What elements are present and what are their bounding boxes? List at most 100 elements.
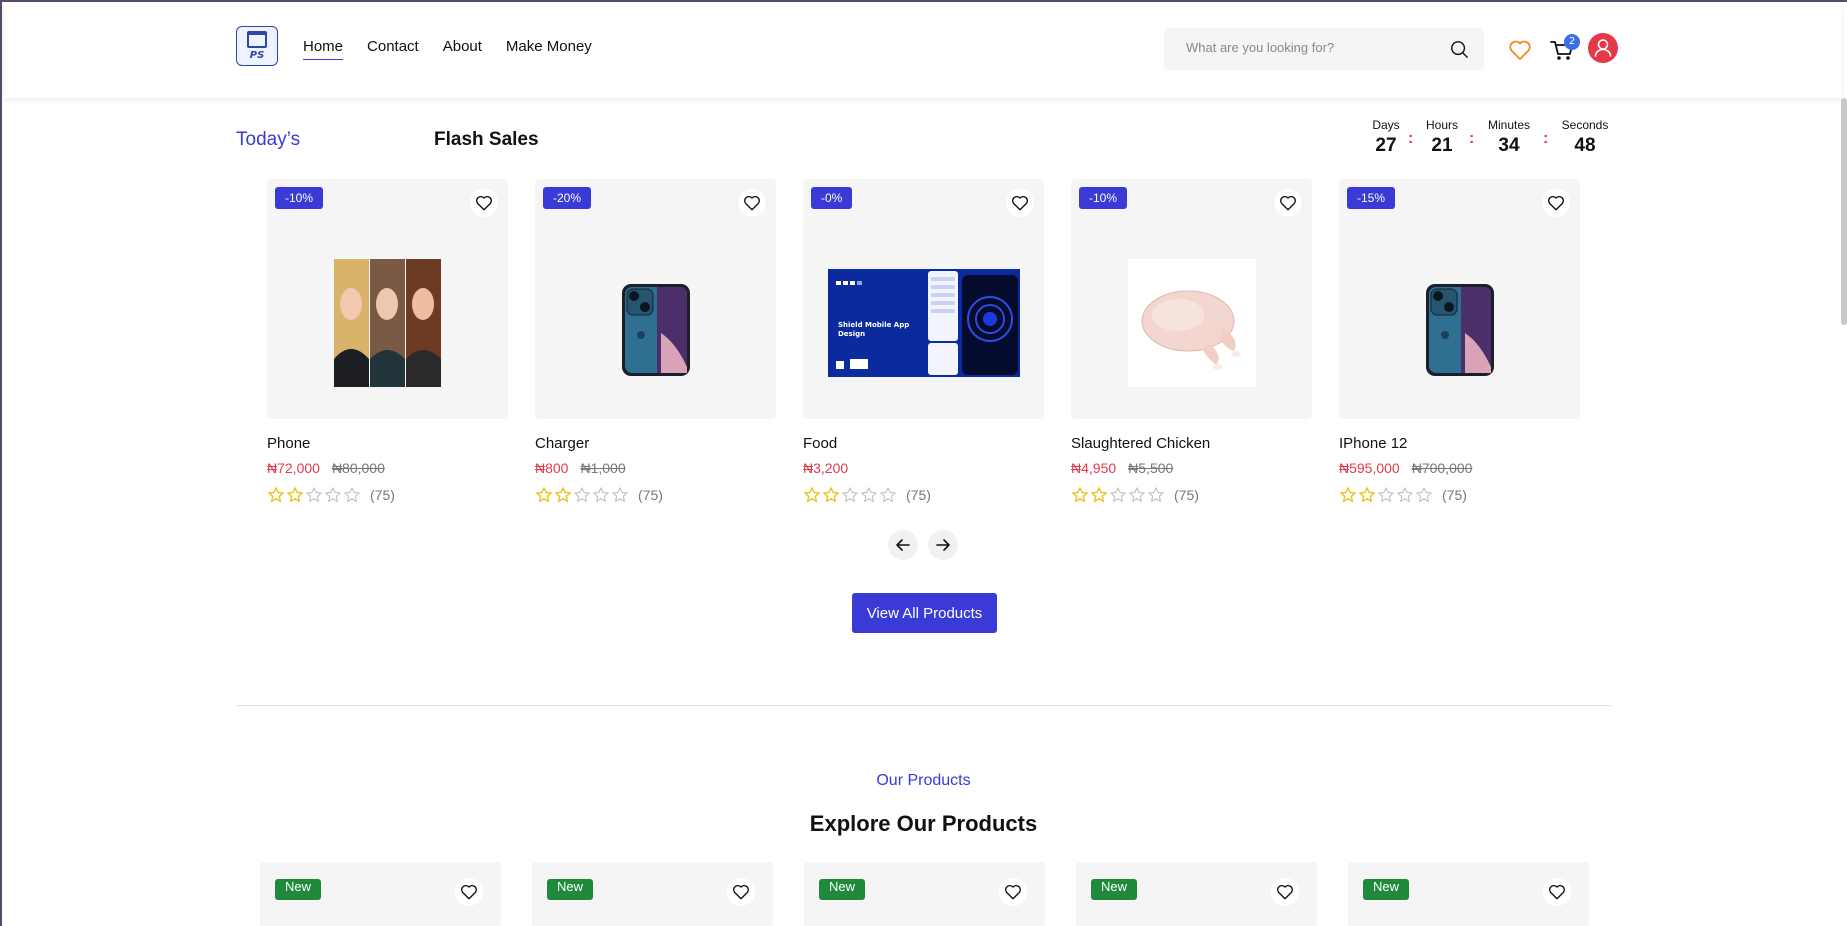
nav-make-money[interactable]: Make Money — [506, 38, 592, 60]
old-price: ₦1,000 — [580, 460, 626, 476]
nav-home[interactable]: Home — [303, 38, 344, 60]
product-photo-iphone — [1426, 284, 1494, 376]
product-card[interactable]: -10% Slaughtered Chicken ₦4,950 ₦5,500 (7… — [1071, 179, 1312, 504]
site-header: PS Home Contact About Make Money 2 — [4, 2, 1841, 98]
product-prices: ₦72,000 ₦80,000 — [267, 460, 508, 476]
product-image-box[interactable]: -10% — [267, 179, 508, 419]
section-title: Explore Our Products — [809, 811, 1038, 836]
star-empty-icon — [306, 487, 322, 502]
product-card[interactable]: New — [532, 862, 773, 926]
search-icon[interactable] — [1450, 40, 1468, 58]
app-banner-title: Shield Mobile App Design — [838, 321, 910, 338]
user-avatar[interactable] — [1588, 33, 1618, 63]
product-name[interactable]: Slaughtered Chicken — [1071, 435, 1312, 452]
page-scrollbar[interactable] — [1841, 98, 1847, 325]
heart-icon — [1548, 195, 1564, 211]
new-badge: New — [1363, 879, 1410, 900]
star-filled-icon — [287, 487, 303, 502]
heart-icon — [733, 884, 749, 900]
heart-icon — [1012, 195, 1028, 211]
product-card[interactable]: New — [1348, 862, 1589, 926]
star-empty-icon — [612, 487, 628, 502]
current-price: ₦595,000 — [1339, 460, 1400, 476]
product-name[interactable]: Food — [803, 435, 1044, 452]
discount-badge: -20% — [543, 187, 592, 209]
section-title: Flash Sales — [434, 129, 539, 150]
review-count: (75) — [370, 487, 395, 503]
product-rating: (75) — [1339, 486, 1580, 504]
product-card[interactable]: -0% Shield Mobile App Design Food ₦3,200 — [803, 179, 1044, 504]
wishlist-heart-icon[interactable] — [1508, 38, 1532, 62]
main-nav: Home Contact About Make Money — [303, 38, 592, 60]
current-price: ₦72,000 — [267, 460, 320, 476]
heart-icon — [461, 884, 477, 900]
current-price: ₦3,200 — [803, 460, 849, 476]
user-icon — [1594, 39, 1612, 57]
section-eyebrow: Today’s — [236, 129, 301, 150]
product-prices: ₦595,000 ₦700,000 — [1339, 460, 1580, 476]
countdown-label: Minutes — [1487, 118, 1531, 132]
wishlist-button[interactable] — [1274, 189, 1302, 217]
product-card[interactable]: -20% Charger ₦800 ₦1,000 (75) — [535, 179, 776, 504]
review-count: (75) — [1174, 487, 1199, 503]
star-empty-icon — [1416, 487, 1432, 502]
countdown-value: 21 — [1431, 135, 1453, 156]
star-filled-icon — [1091, 487, 1107, 502]
search-input[interactable] — [1186, 40, 1436, 55]
review-count: (75) — [1442, 487, 1467, 503]
product-name[interactable]: Charger — [535, 435, 776, 452]
carousel-prev-button[interactable] — [888, 530, 918, 560]
product-card[interactable]: New — [804, 862, 1045, 926]
star-filled-icon — [823, 487, 839, 502]
star-filled-icon — [1359, 487, 1375, 502]
wishlist-button[interactable] — [738, 189, 766, 217]
carousel-next-button[interactable] — [928, 530, 958, 560]
countdown-separator: : — [1408, 130, 1414, 147]
wishlist-button[interactable] — [1271, 878, 1299, 906]
new-badge: New — [275, 879, 322, 900]
countdown-value: 48 — [1574, 135, 1596, 156]
product-prices: ₦4,950 ₦5,500 — [1071, 460, 1312, 476]
countdown-value: 27 — [1375, 135, 1397, 156]
countdown-label: Hours — [1425, 118, 1458, 132]
wishlist-button[interactable] — [1543, 878, 1571, 906]
countdown-separator: : — [1469, 130, 1475, 147]
wishlist-button[interactable] — [1542, 189, 1570, 217]
star-empty-icon — [593, 487, 609, 502]
product-image-box[interactable]: -15% — [1339, 179, 1580, 419]
wishlist-button[interactable] — [455, 878, 483, 906]
star-filled-icon — [555, 487, 571, 502]
current-price: ₦4,950 — [1071, 460, 1117, 476]
product-card[interactable]: -10% Phone ₦72,000 ₦80,000 (75) — [267, 179, 508, 504]
search-bar — [1164, 28, 1484, 70]
countdown-seconds: Seconds 48 — [1557, 118, 1613, 157]
product-image-box[interactable]: -20% — [535, 179, 776, 419]
section-eyebrow: Our Products — [876, 772, 971, 789]
nav-about[interactable]: About — [443, 38, 482, 60]
heart-icon — [1280, 195, 1296, 211]
wishlist-button[interactable] — [727, 878, 755, 906]
review-count: (75) — [638, 487, 663, 503]
product-photo-app-banner: Shield Mobile App Design — [828, 269, 1020, 377]
star-empty-icon — [861, 487, 877, 502]
wishlist-button[interactable] — [470, 189, 498, 217]
site-logo[interactable]: PS — [236, 26, 278, 66]
product-prices: ₦3,200 — [803, 460, 1044, 476]
star-empty-icon — [1110, 487, 1126, 502]
product-card[interactable]: New — [260, 862, 501, 926]
nav-contact[interactable]: Contact — [367, 38, 419, 60]
product-name[interactable]: IPhone 12 — [1339, 435, 1580, 452]
product-card[interactable]: New — [1076, 862, 1317, 926]
product-image-box[interactable]: -0% Shield Mobile App Design — [803, 179, 1044, 419]
view-all-products-button[interactable]: View All Products — [852, 593, 997, 633]
star-empty-icon — [325, 487, 341, 502]
countdown-separator: : — [1543, 130, 1549, 147]
star-empty-icon — [1397, 487, 1413, 502]
countdown-hours: Hours 21 — [1422, 118, 1462, 157]
product-photo-iphone — [622, 284, 690, 376]
product-name[interactable]: Phone — [267, 435, 508, 452]
product-image-box[interactable]: -10% — [1071, 179, 1312, 419]
wishlist-button[interactable] — [1006, 189, 1034, 217]
wishlist-button[interactable] — [999, 878, 1027, 906]
product-card[interactable]: -15% IPhone 12 ₦595,000 ₦700,000 (75) — [1339, 179, 1580, 504]
